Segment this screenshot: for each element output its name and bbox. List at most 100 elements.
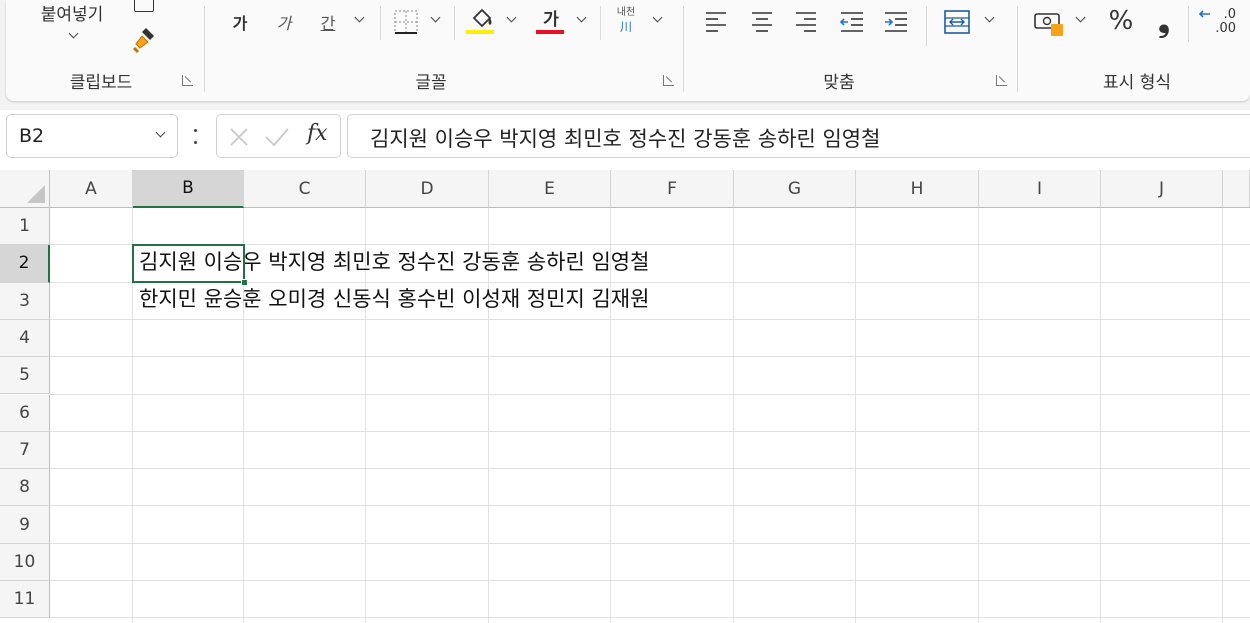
font-divider [454, 6, 455, 40]
column-gridline [1222, 208, 1223, 623]
row-header-7[interactable]: 7 [0, 431, 50, 470]
formula-input[interactable]: 김지원 이승우 박지영 최민호 정수진 강동훈 송하린 임영철 [347, 114, 1250, 158]
fill-color-dropdown-chevron-icon[interactable] [506, 12, 517, 23]
phonetic-icon: 川 [619, 20, 632, 34]
italic-label: 가 [276, 14, 292, 33]
select-all-button[interactable] [0, 170, 50, 208]
phonetic-dropdown-chevron-icon[interactable] [652, 12, 663, 23]
column-header-c[interactable]: C [244, 170, 366, 208]
name-box-chevron-down-icon[interactable] [155, 127, 166, 138]
enter-check-icon[interactable] [263, 125, 291, 149]
italic-button[interactable]: 가 [270, 8, 298, 36]
phonetic-button[interactable]: 내천 川 [608, 4, 644, 34]
align-left-icon[interactable] [704, 10, 728, 32]
accounting-format-icon[interactable] [1033, 10, 1067, 38]
merge-center-dropdown-chevron-icon[interactable] [984, 12, 995, 23]
font-divider [600, 6, 601, 40]
formula-content: 김지원 이승우 박지영 최민호 정수진 강동훈 송하린 임영철 [370, 127, 881, 151]
column-header-d[interactable]: D [366, 170, 489, 208]
font-color-dropdown-chevron-icon[interactable] [576, 12, 587, 23]
insert-function-icon[interactable]: fx [307, 121, 328, 146]
increase-decimal-label-2: .00 [1215, 21, 1236, 36]
paste-button[interactable]: 붙여넣기 [26, 0, 118, 25]
number-format-group-label: 표시 형식 [1103, 73, 1171, 93]
borders-dropdown-chevron-icon[interactable] [430, 12, 441, 23]
row-header-2[interactable]: 2 [0, 245, 50, 283]
cell-b3-text: 한지민 윤승훈 오미경 신동식 홍수빈 이성재 정민지 김재원 [139, 287, 650, 311]
number-divider [1188, 6, 1189, 42]
active-cell-B2[interactable] [132, 244, 245, 283]
font-color-label: 가 [543, 9, 559, 30]
increase-indent-icon[interactable] [883, 10, 909, 32]
row-header-3[interactable]: 3 [0, 282, 50, 320]
row-gridline [50, 356, 1250, 358]
underline-button[interactable]: 간 [313, 8, 343, 36]
comma-style-button[interactable]: ❟ [1152, 4, 1176, 39]
row-gridline [50, 505, 1250, 507]
fill-color-bar [466, 30, 494, 34]
percent-label: % [1108, 6, 1134, 36]
increase-decimal-label: .0 [1223, 7, 1236, 22]
more-options-icon[interactable] [192, 124, 198, 148]
percent-style-button[interactable]: % [1104, 4, 1138, 38]
row-header-5[interactable]: 5 [0, 357, 50, 395]
underline-dropdown-chevron-icon[interactable] [354, 12, 365, 23]
align-right-icon[interactable] [794, 10, 818, 32]
font-dialog-launcher-icon[interactable] [663, 75, 674, 86]
cancel-icon[interactable] [227, 125, 251, 149]
merge-center-icon[interactable] [943, 9, 971, 35]
ribbon: 붙여넣기 복사 클립보드 가 가 간 [0, 0, 1250, 110]
row-header-1[interactable]: 1 [0, 208, 50, 246]
column-gridline [855, 208, 856, 623]
row-header-10[interactable]: 10 [0, 543, 50, 581]
column-header-b[interactable]: B [133, 170, 244, 208]
row-header-9[interactable]: 9 [0, 506, 50, 544]
worksheet-grid: ABCDEFGHIJ 1 2 3 4 5 6 7 8 9 10 11 김지원 이승우 박지영 최민호… [0, 170, 1250, 623]
font-group-label: 글꼴 [415, 73, 447, 93]
bold-button[interactable]: 가 [226, 8, 254, 36]
clipboard-dialog-launcher-icon[interactable] [182, 75, 193, 86]
clipboard-group-label: 클립보드 [69, 73, 133, 93]
borders-icon[interactable] [393, 9, 419, 35]
fill-handle[interactable] [241, 279, 248, 286]
group-divider [683, 6, 684, 92]
row-gridline [50, 617, 1250, 619]
column-header-j[interactable]: J [1101, 170, 1223, 208]
column-gridline [978, 208, 979, 623]
column-gridline [1100, 208, 1101, 623]
column-header-f[interactable]: F [611, 170, 734, 208]
row-header-6[interactable]: 6 [0, 394, 50, 432]
row-gridline [50, 542, 1250, 544]
group-divider [1017, 6, 1018, 92]
left-arrow-icon [1198, 10, 1210, 18]
column-header-e[interactable]: E [489, 170, 611, 208]
row-gridline [50, 468, 1250, 470]
column-header-next[interactable] [1223, 170, 1250, 208]
format-painter-icon[interactable] [130, 24, 160, 54]
row-gridline [50, 580, 1250, 581]
formula-controls: fx [216, 114, 341, 158]
row-header-8[interactable]: 8 [0, 469, 50, 507]
group-divider [204, 6, 205, 92]
row-gridline [50, 430, 1250, 432]
align-center-icon[interactable] [750, 10, 774, 32]
alignment-dialog-launcher-icon[interactable] [996, 75, 1007, 86]
copy-icon[interactable] [134, 0, 154, 12]
fill-color-icon[interactable] [468, 6, 496, 30]
underline-label: 간 [320, 14, 336, 33]
column-header-a[interactable]: A [50, 170, 133, 208]
column-gridline [733, 208, 734, 623]
column-header-h[interactable]: H [856, 170, 979, 208]
accounting-dropdown-chevron-icon[interactable] [1075, 12, 1086, 23]
name-box[interactable]: B2 [6, 114, 178, 158]
font-color-button[interactable]: 가 [536, 4, 566, 30]
row-header-4[interactable]: 4 [0, 319, 50, 358]
decrease-indent-icon[interactable] [839, 10, 865, 32]
column-header-i[interactable]: I [979, 170, 1101, 208]
row-header-11[interactable]: 11 [0, 581, 50, 619]
bold-label: 가 [232, 14, 248, 33]
home-ribbon-panel: 붙여넣기 복사 클립보드 가 가 간 [6, 0, 1250, 101]
column-header-g[interactable]: G [734, 170, 856, 208]
paste-dropdown-chevron-icon[interactable] [68, 28, 79, 39]
paste-label: 붙여넣기 [40, 4, 104, 25]
